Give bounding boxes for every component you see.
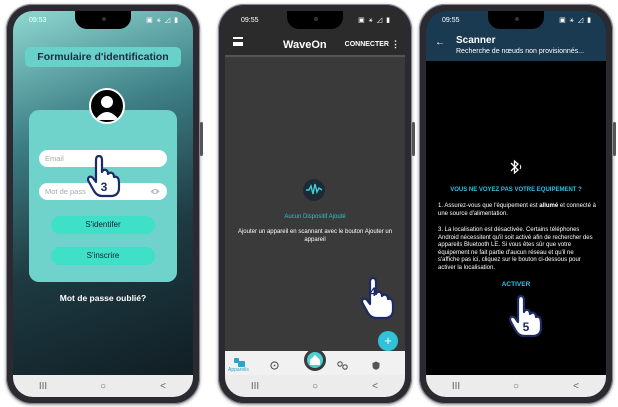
phone-login: 09:53 ▣ ⚹ ◿ ▮ Formulaire d'identificatio… [6,4,203,404]
side-button [200,122,203,156]
home-button[interactable]: ○ [501,381,531,392]
android-nav-bar: III ○ < [426,375,606,397]
recents-button[interactable]: III [28,381,58,392]
login-screen: 09:53 ▣ ⚹ ◿ ▮ Formulaire d'identificatio… [13,11,193,397]
hand-pointer-icon: 5 [508,294,543,338]
scanner-screen: 09:55 ▣ ⚹ ◿ ▮ ← Scanner Recherche de nœu… [426,11,606,397]
back-button[interactable]: < [148,381,178,392]
step-number: 4 [370,285,377,299]
empty-state-title: Aucun Dispositif Ajouté [284,214,346,220]
avatar-icon [89,88,125,124]
forgot-password-link[interactable]: Mot de passe oublié? [13,293,193,303]
help-paragraph-location: 3. La localisation est désactivée. Certa… [438,227,593,271]
step-number: 5 [523,320,530,334]
app-title: WaveOn [283,39,327,51]
status-icons: ▣ ⚹ ◿ ▮ [559,17,592,24]
status-time: 09:55 [241,17,259,24]
register-button[interactable]: S'inscrire [51,247,155,265]
back-button[interactable]: < [561,381,591,392]
status-time: 09:55 [442,17,460,24]
login-button[interactable]: S'identifer [51,216,155,234]
shield-tab-icon[interactable] [372,361,380,370]
home-button[interactable]: ○ [88,381,118,392]
home-icon [310,355,320,365]
side-button [613,122,616,156]
recents-button[interactable]: III [441,381,471,392]
overflow-menu-icon[interactable]: ⋮ [391,39,400,50]
bluetooth-searching-icon [510,159,522,175]
page-subtitle: Recherche de nœuds non provisionnés... [456,48,585,55]
tab-devices[interactable]: Appareils [228,367,249,373]
help-paragraph-power: 1. Assurez-vous que l'équipement est all… [438,203,596,217]
home-tab-button[interactable] [304,349,326,371]
camera-notch [287,11,343,29]
status-icons: ▣ ⚹ ◿ ▮ [358,17,391,24]
recents-button[interactable]: III [240,381,270,392]
app-bar: ← Scanner Recherche de nœuds non provisi… [426,29,606,61]
hand-pointer-icon: 3 [86,154,121,198]
help-heading: VOUS NE VOYEZ PAS VOTRE EQUIPEMENT ? [450,187,582,193]
hand-pointer-icon: 4 [360,276,395,320]
hamburger-menu-icon[interactable] [233,37,243,46]
emphasis-text: allumé [539,203,559,209]
empty-state-hint: Ajouter un appareil en scannant avec le … [237,229,393,243]
phone-scanner: 09:55 ▣ ⚹ ◿ ▮ ← Scanner Recherche de nœu… [419,4,616,404]
camera-notch [75,11,131,29]
side-button [412,122,415,156]
camera-notch [488,11,544,29]
gauge-tab-icon[interactable] [270,361,279,370]
android-nav-bar: III ○ < [225,375,405,397]
devices-screen: 09:55 ▣ ⚹ ◿ ▮ WaveOn CONNECTER ⋮ Aucun D… [225,11,405,397]
app-bar: WaveOn CONNECTER ⋮ [225,29,405,57]
status-icons: ▣ ⚹ ◿ ▮ [146,17,179,24]
step-number: 3 [101,180,108,194]
waveon-logo-icon [303,179,325,201]
status-time: 09:53 [29,17,47,24]
back-arrow-icon[interactable]: ← [435,37,445,48]
eye-icon[interactable] [150,188,160,195]
connect-button[interactable]: CONNECTER [345,41,389,48]
devices-tab-icon[interactable] [234,358,246,367]
android-nav-bar: III ○ < [13,375,193,397]
page-title: Formulaire d'identification [25,47,181,67]
phone-devices: 09:55 ▣ ⚹ ◿ ▮ WaveOn CONNECTER ⋮ Aucun D… [218,4,415,404]
add-device-button[interactable]: + [378,331,398,351]
back-button[interactable]: < [360,381,390,392]
home-button[interactable]: ○ [300,381,330,392]
page-title: Scanner [456,35,496,46]
settings-tab-icon[interactable] [337,361,348,370]
password-placeholder: Mot de pass [45,187,86,196]
activate-location-button[interactable]: ACTIVER [426,281,606,288]
